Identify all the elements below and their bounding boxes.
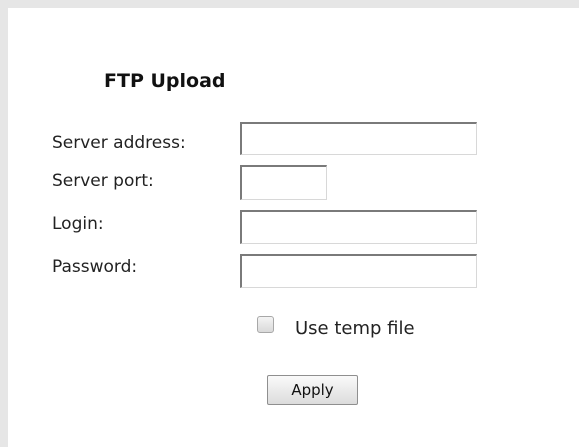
server-address-label: Server address: (52, 133, 186, 153)
login-input[interactable] (240, 210, 477, 244)
password-input[interactable] (240, 254, 477, 288)
login-label: Login: (52, 214, 104, 234)
password-label: Password: (52, 257, 138, 277)
apply-button[interactable]: Apply (267, 375, 358, 405)
server-address-input[interactable] (240, 122, 477, 155)
server-port-input[interactable] (240, 165, 327, 200)
use-temp-file-label: Use temp file (295, 318, 415, 339)
section-title: FTP Upload (104, 70, 226, 92)
server-port-label: Server port: (52, 171, 154, 191)
ftp-upload-panel: FTP Upload Server address: Server port: … (8, 8, 579, 447)
use-temp-file-checkbox[interactable] (257, 316, 274, 333)
